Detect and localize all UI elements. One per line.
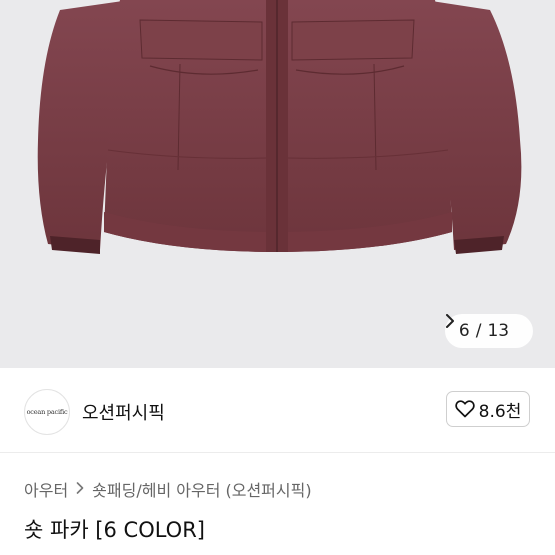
- heart-outline-icon: [454, 400, 475, 418]
- brand-row[interactable]: ocean pacific 오션퍼시픽 8.6천: [0, 368, 555, 453]
- jacket-image: [37, 0, 522, 254]
- current-image-number: 6: [458, 321, 470, 341]
- like-count: 8.6천: [478, 401, 522, 422]
- counter-separator: /: [475, 321, 482, 341]
- image-counter[interactable]: 6 / 13: [445, 314, 533, 348]
- chevron-right-icon: [76, 480, 84, 498]
- breadcrumb-item-category[interactable]: 숏패딩/헤비 아우터 (오션퍼시픽): [92, 477, 311, 501]
- brand-logo[interactable]: ocean pacific: [24, 389, 70, 435]
- brand-logo-text: ocean pacific: [26, 408, 68, 416]
- product-title: 숏 파카 [6 COLOR]: [24, 518, 205, 542]
- like-button[interactable]: 8.6천: [446, 391, 530, 427]
- breadcrumb-item-outer[interactable]: 아우터: [24, 477, 68, 501]
- brand-name[interactable]: 오션퍼시픽: [82, 399, 165, 425]
- breadcrumb: 아우터 숏패딩/헤비 아우터 (오션퍼시픽): [24, 477, 312, 501]
- product-image-gallery[interactable]: 6 / 13: [0, 0, 555, 368]
- total-image-count: 13: [487, 321, 510, 341]
